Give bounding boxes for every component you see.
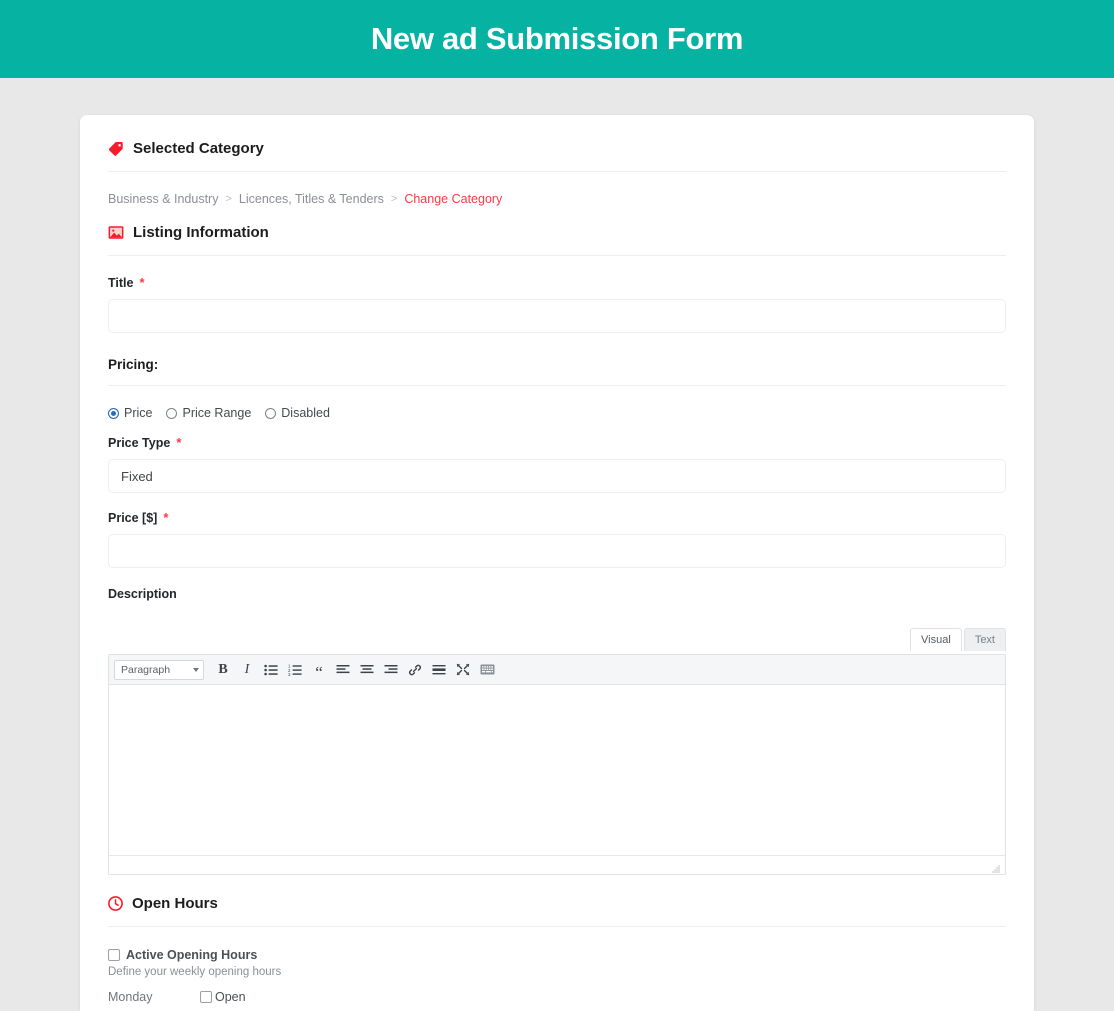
open-hours-help-text: Define your weekly opening hours [108, 966, 282, 978]
required-marker: * [163, 510, 169, 525]
price-field-group: Price [$] * [108, 493, 1006, 568]
chevron-down-icon [193, 667, 199, 672]
day-label: Monday [108, 989, 153, 1004]
radio-label: Price Range [182, 406, 252, 420]
radio-option-price-range[interactable]: Price Range [166, 406, 251, 420]
italic-icon[interactable]: I [236, 659, 258, 681]
radio-label: Disabled [281, 406, 330, 420]
checkbox-indicator[interactable] [108, 949, 120, 961]
radio-indicator[interactable] [265, 407, 277, 419]
align-left-icon[interactable] [332, 659, 354, 681]
section-title: Listing Information [133, 224, 269, 241]
radio-indicator[interactable] [108, 407, 119, 419]
open-checkbox-monday[interactable]: Open [200, 990, 246, 1004]
bulleted-list-icon[interactable] [260, 659, 282, 681]
radio-label: Price [124, 406, 153, 420]
editor-wrapper: Visual Text Paragraph B I 1 2 3 “ [108, 610, 1006, 875]
breadcrumb-separator: > [390, 193, 398, 205]
section-title: Open Hours [132, 895, 218, 912]
resize-handle-icon[interactable] [991, 861, 1001, 873]
format-select-value: Paragraph [121, 663, 171, 676]
title-field-group: Title * [108, 256, 1006, 333]
breadcrumb-item-1[interactable]: Business & Industry [108, 192, 218, 206]
align-right-icon[interactable] [380, 659, 402, 681]
numbered-list-icon[interactable]: 1 2 3 [284, 659, 306, 681]
title-field-label: Title * [108, 276, 1006, 290]
link-icon[interactable] [404, 659, 426, 681]
page-header-banner: New ad Submission Form [0, 0, 1114, 78]
radio-option-disabled[interactable]: Disabled [265, 406, 330, 420]
title-input[interactable] [108, 299, 1006, 333]
read-more-icon[interactable] [428, 659, 450, 681]
radio-option-price[interactable]: Price [108, 406, 152, 420]
checkbox-label: Active Opening Hours [126, 948, 258, 962]
price-type-select[interactable] [108, 459, 1006, 493]
required-marker: * [176, 435, 182, 450]
price-type-field-group: Price Type * [108, 420, 1006, 493]
price-type-label: Price Type * [108, 436, 1006, 450]
rich-text-editor: Paragraph B I 1 2 3 “ [108, 654, 1006, 875]
form-card: Selected Category Business & Industry > … [80, 115, 1034, 1011]
label-text: Price [$] [108, 511, 158, 525]
breadcrumb: Business & Industry > Licences, Titles &… [108, 172, 1006, 206]
tag-icon [108, 141, 124, 157]
pricing-label: Pricing: [108, 357, 159, 372]
required-marker: * [139, 275, 145, 290]
tab-visual[interactable]: Visual [910, 628, 962, 651]
day-row-monday: Monday Open [108, 980, 1006, 1011]
pricing-mode-radio-group: Price Price Range Disabled [108, 386, 1006, 420]
breadcrumb-separator: > [225, 193, 232, 205]
page-body: Selected Category Business & Industry > … [0, 78, 1114, 1011]
editor-status-bar [109, 855, 1005, 874]
price-label: Price [$] * [108, 511, 1006, 525]
checkbox-indicator[interactable] [200, 990, 212, 1003]
section-selected-category-header: Selected Category [108, 115, 1006, 171]
label-text: Title [108, 276, 134, 290]
toolbar-toggle-icon[interactable] [476, 659, 498, 681]
image-icon [108, 225, 124, 240]
editor-content-area[interactable] [109, 685, 1005, 855]
editor-mode-tabs: Visual Text [910, 628, 1006, 651]
section-open-hours-header: Open Hours [108, 875, 1006, 926]
label-text: Price Type [108, 436, 171, 450]
format-select[interactable]: Paragraph [114, 659, 204, 680]
section-title: Selected Category [133, 140, 264, 157]
bold-icon[interactable]: B [212, 659, 234, 681]
editor-toolbar: Paragraph B I 1 2 3 “ [109, 655, 1005, 685]
checkbox-label: Open [215, 989, 246, 1004]
clock-icon [108, 896, 123, 911]
description-label: Description [108, 587, 1006, 601]
label-text: Description [108, 587, 177, 601]
blockquote-icon[interactable]: “ [308, 659, 330, 681]
change-category-link[interactable]: Change Category [404, 192, 502, 206]
svg-text:3: 3 [288, 671, 291, 675]
price-input[interactable] [108, 534, 1006, 568]
tab-text[interactable]: Text [963, 628, 1006, 651]
radio-indicator[interactable] [166, 407, 178, 419]
fullscreen-icon[interactable] [452, 659, 474, 681]
active-opening-hours-checkbox[interactable]: Active Opening Hours [108, 927, 1006, 962]
breadcrumb-item-2[interactable]: Licences, Titles & Tenders [239, 192, 384, 206]
align-center-icon[interactable] [356, 659, 378, 681]
page-title: New ad Submission Form [370, 21, 744, 56]
description-field-group: Description Visual Text Paragraph B I 1 … [108, 568, 1006, 875]
section-listing-information-header: Listing Information [108, 206, 1006, 255]
